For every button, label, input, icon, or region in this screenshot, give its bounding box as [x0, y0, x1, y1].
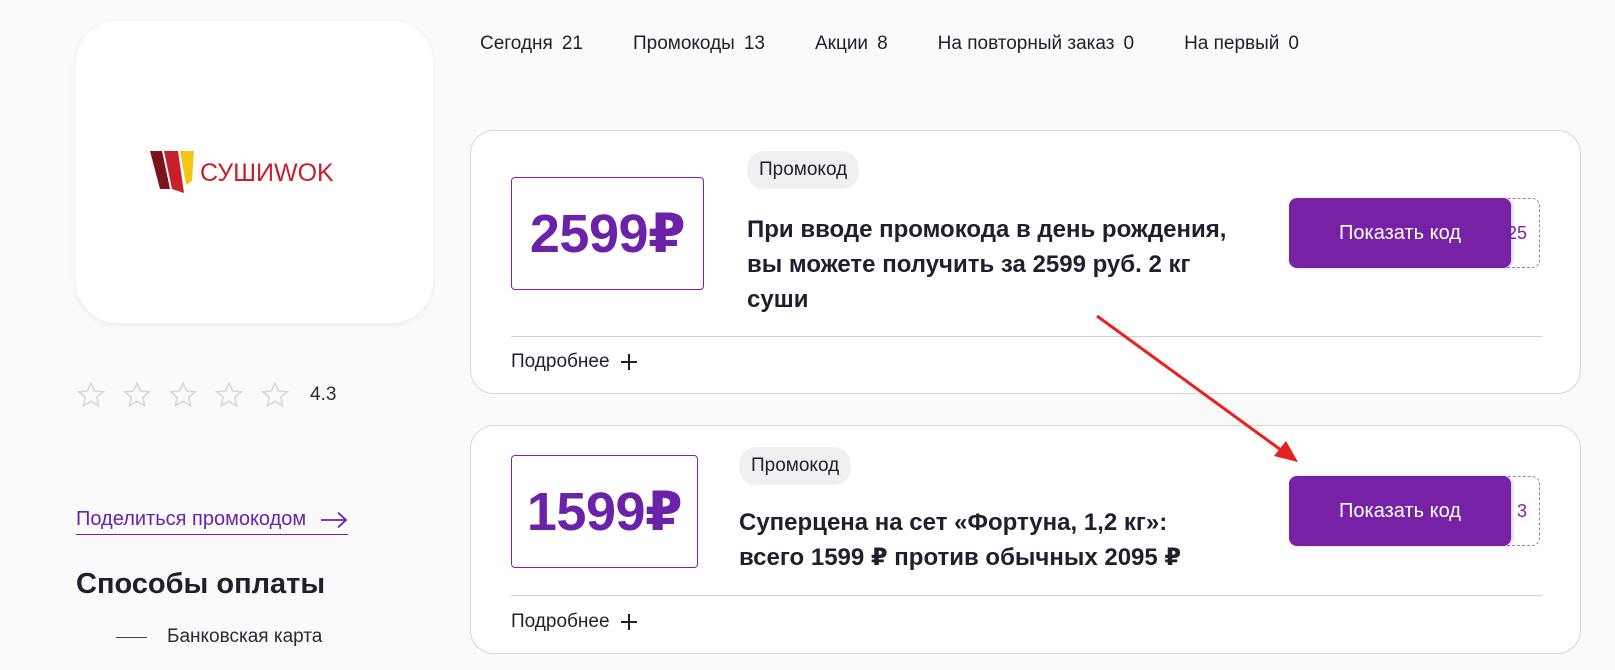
divider	[511, 595, 1542, 596]
payments-title: Способы оплаты	[76, 568, 326, 600]
tab-repeat-order[interactable]: На повторный заказ 0	[938, 33, 1134, 55]
details-label: Подробнее	[511, 351, 610, 372]
offer-type-badge: Промокод	[747, 151, 860, 189]
sushiwok-logo: СУШИWOK	[149, 151, 334, 193]
tab-label: Промокоды	[632, 33, 735, 54]
details-toggle[interactable]: Подробнее	[511, 351, 638, 373]
star-icon[interactable]	[76, 380, 106, 410]
offer-price: 1599₽	[511, 455, 698, 568]
tab-count: 21	[561, 33, 583, 54]
code-reveal[interactable]: 25 Показать код	[1289, 198, 1540, 268]
details-label: Подробнее	[511, 611, 610, 632]
tab-count: 0	[1123, 33, 1135, 54]
payment-method-item: Банковская карта	[116, 626, 322, 648]
tab-first-order[interactable]: На первый 0	[1184, 33, 1299, 55]
tab-label: На повторный заказ	[937, 33, 1115, 54]
divider	[511, 336, 1542, 337]
star-icon[interactable]	[260, 380, 290, 410]
tab-label: На первый	[1184, 33, 1280, 54]
tab-today[interactable]: Сегодня 21	[480, 33, 583, 55]
show-code-button[interactable]: Показать код	[1289, 198, 1511, 268]
code-hint: 3	[1516, 500, 1527, 521]
share-promo-label: Поделиться промокодом	[76, 508, 307, 530]
list-dash	[116, 636, 147, 638]
offer-type-badge: Промокод	[739, 447, 852, 485]
star-icon[interactable]	[168, 380, 198, 410]
payment-method-label: Банковская карта	[167, 626, 323, 647]
offer-title: Суперцена на сет «Фортуна, 1,2 кг»: всег…	[739, 509, 1182, 571]
tab-promocodes[interactable]: Промокоды 13	[633, 33, 765, 55]
share-promo-link[interactable]: Поделиться промокодом	[76, 508, 349, 535]
store-logo-card: СУШИWOK	[76, 21, 433, 323]
tab-label: Акции	[814, 33, 869, 54]
show-code-button[interactable]: Показать код	[1289, 476, 1511, 546]
code-reveal[interactable]: 3 Показать код	[1289, 476, 1540, 546]
star-icon[interactable]	[214, 380, 244, 410]
rating-value: 4.3	[310, 384, 337, 405]
tab-label: Сегодня	[480, 33, 553, 54]
plus-icon	[620, 354, 637, 370]
filter-tabs: Сегодня 21 Промокоды 13 Акции 8 На повторны…	[480, 33, 1349, 55]
arrow-right-icon	[321, 511, 348, 528]
tab-count: 0	[1288, 33, 1299, 54]
rating: 4.3	[76, 380, 336, 410]
offer-title: При вводе промокода в день рождения, вы …	[747, 216, 1227, 313]
star-icon[interactable]	[122, 380, 152, 410]
tab-count: 8	[877, 33, 888, 54]
offer-card: 2599₽ Промокод При вводе промокода в ден…	[470, 130, 1581, 394]
tab-deals[interactable]: Акции 8	[815, 33, 888, 55]
plus-icon	[620, 614, 637, 630]
logo-text: СУШИWOK	[200, 159, 334, 187]
offer-card: 1599₽ Промокод Суперцена на сет «Фортуна…	[470, 425, 1581, 654]
offer-price: 2599₽	[511, 177, 704, 290]
details-toggle[interactable]: Подробнее	[511, 611, 638, 633]
tab-count: 13	[743, 33, 765, 54]
